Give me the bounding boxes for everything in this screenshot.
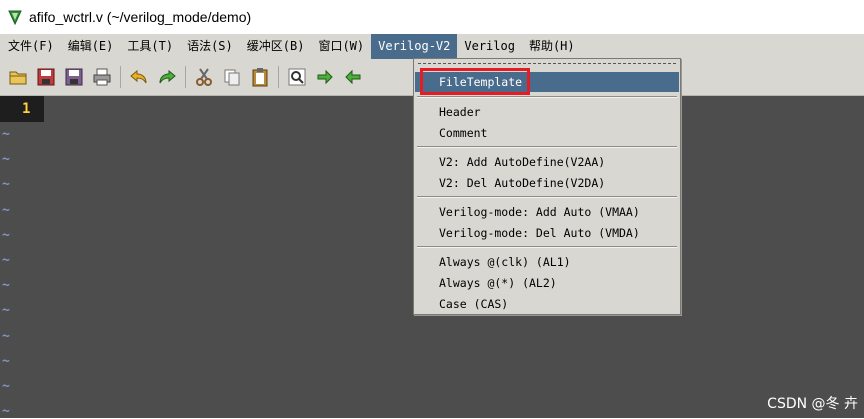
find-next-icon[interactable] <box>314 66 336 88</box>
menu-verilog-v2[interactable]: Verilog-V2 <box>371 34 458 59</box>
empty-line-marker: ~ <box>2 152 10 168</box>
save-all-icon[interactable] <box>63 66 85 88</box>
menu-verilog[interactable]: Verilog <box>457 34 522 59</box>
watermark: CSDN @冬 卉 <box>767 396 858 412</box>
empty-line-marker: ~ <box>2 303 10 319</box>
menu-separator <box>417 96 677 98</box>
empty-line-marker: ~ <box>2 353 10 369</box>
empty-line-marker: ~ <box>2 379 10 394</box>
menu-item-comment[interactable]: Comment <box>415 123 679 143</box>
save-icon[interactable] <box>35 66 57 88</box>
toolbar-separator <box>278 66 279 88</box>
empty-line-marker: ~ <box>2 202 10 218</box>
copy-icon[interactable] <box>221 66 243 88</box>
find-prev-icon[interactable] <box>342 66 364 88</box>
menu-item-v2-add-autodefine[interactable]: V2: Add AutoDefine(V2AA) <box>415 152 679 172</box>
paste-icon[interactable] <box>249 66 271 88</box>
tab-1[interactable]: 1 <box>0 96 44 122</box>
menu-edit[interactable]: 编辑(E) <box>61 34 121 59</box>
gvim-icon <box>8 10 22 25</box>
cut-icon[interactable] <box>193 66 215 88</box>
find-replace-icon[interactable] <box>286 66 308 88</box>
undo-icon[interactable] <box>128 66 150 88</box>
menu-item-vm-del-auto[interactable]: Verilog-mode: Del Auto (VMDA) <box>415 223 679 243</box>
menu-item-case[interactable]: Case (CAS) <box>415 294 679 314</box>
empty-line-marker: ~ <box>2 278 10 294</box>
toolbar-separator <box>185 66 186 88</box>
empty-line-marker: ~ <box>2 328 10 344</box>
empty-line-marker: ~ <box>2 404 10 419</box>
toolbar-separator <box>120 66 121 88</box>
empty-line-marker: ~ <box>2 253 10 268</box>
menu-window[interactable]: 窗口(W) <box>311 34 371 59</box>
menu-syntax[interactable]: 语法(S) <box>180 34 240 59</box>
menu-item-always-clk[interactable]: Always @(clk) (AL1) <box>415 252 679 272</box>
redo-icon[interactable] <box>156 66 178 88</box>
menu-item-always-star[interactable]: Always @(*) (AL2) <box>415 273 679 293</box>
menu-item-header[interactable]: Header <box>415 102 679 122</box>
menu-file[interactable]: 文件(F) <box>0 34 61 59</box>
menu-buffers[interactable]: 缓冲区(B) <box>240 34 312 59</box>
print-icon[interactable] <box>91 66 113 88</box>
tear-off-line[interactable] <box>418 63 676 64</box>
menu-tools[interactable]: 工具(T) <box>120 34 180 59</box>
menu-separator <box>417 196 677 198</box>
menu-bar: 文件(F) 编辑(E) 工具(T) 语法(S) 缓冲区(B) 窗口(W) Ver… <box>0 34 864 59</box>
empty-line-marker: ~ <box>2 227 10 243</box>
verilog-v2-dropdown: FileTemplate Header Comment V2: Add Auto… <box>413 58 681 315</box>
annotation-highlight-box <box>420 68 530 95</box>
window-title: afifo_wctrl.v (~/verilog_mode/demo) <box>29 9 252 25</box>
menu-separator <box>417 246 677 248</box>
menu-help[interactable]: 帮助(H) <box>522 34 582 59</box>
menu-item-vm-add-auto[interactable]: Verilog-mode: Add Auto (VMAA) <box>415 202 679 222</box>
empty-line-marker: ~ <box>2 177 10 193</box>
menu-item-v2-del-autodefine[interactable]: V2: Del AutoDefine(V2DA) <box>415 173 679 193</box>
open-icon[interactable] <box>7 66 29 88</box>
empty-line-marker: ~ <box>2 127 10 142</box>
menu-separator <box>417 146 677 148</box>
title-bar: afifo_wctrl.v (~/verilog_mode/demo) <box>0 0 864 34</box>
